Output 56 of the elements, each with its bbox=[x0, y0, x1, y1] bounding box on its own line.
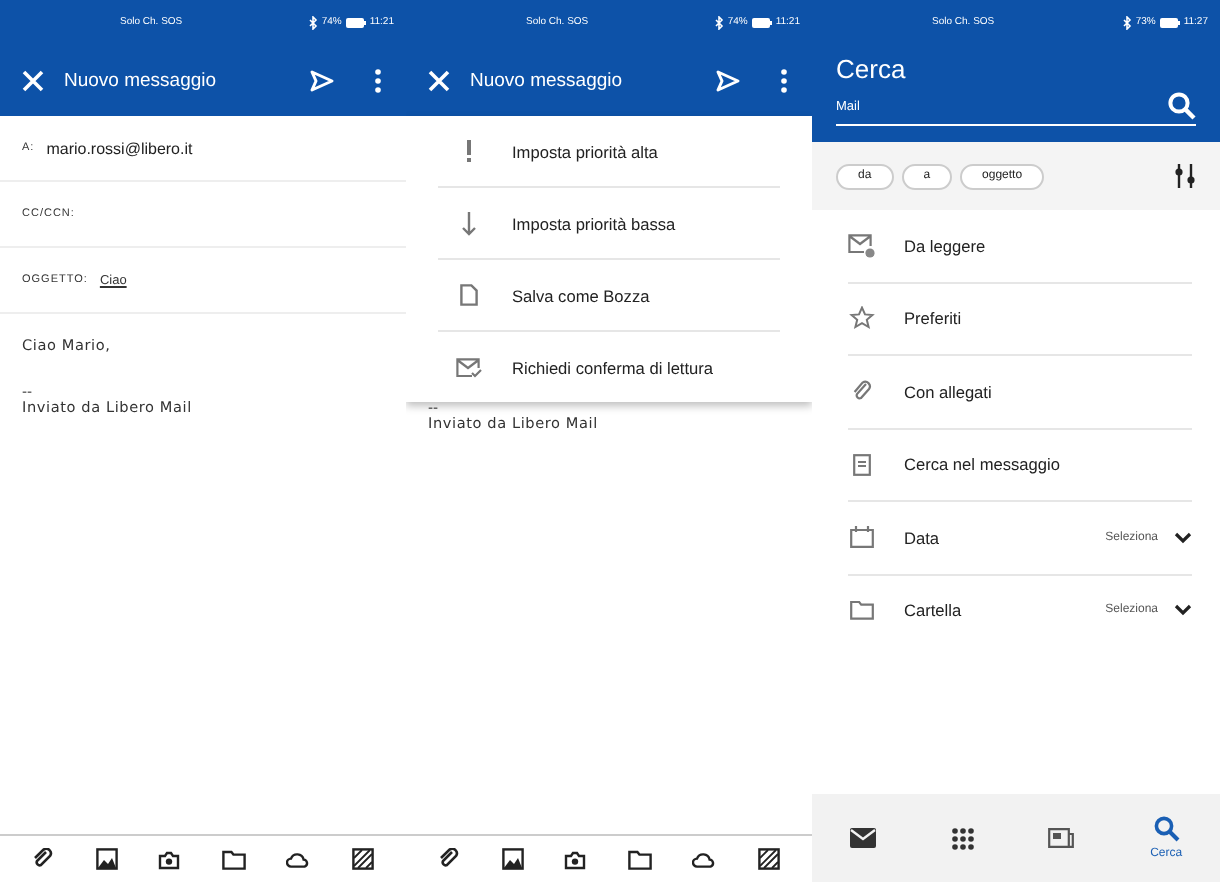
calendar-icon bbox=[848, 526, 876, 549]
window-title: Nuovo messaggio bbox=[470, 69, 625, 91]
more-icon[interactable] bbox=[780, 67, 788, 93]
document-icon bbox=[848, 453, 876, 476]
cloud-icon[interactable] bbox=[286, 851, 311, 867]
battery-icon bbox=[345, 17, 366, 27]
folder-icon bbox=[848, 600, 876, 621]
paperclip-icon[interactable] bbox=[32, 848, 55, 870]
folder-icon[interactable] bbox=[627, 849, 652, 869]
camera-icon[interactable] bbox=[158, 849, 181, 869]
chevron-down-icon bbox=[1174, 604, 1192, 617]
menu-item[interactable]: Imposta priorità bassa bbox=[438, 188, 780, 260]
battery-icon bbox=[1159, 17, 1180, 27]
news-icon bbox=[1048, 828, 1075, 848]
image-icon[interactable] bbox=[501, 848, 524, 870]
send-icon[interactable] bbox=[716, 69, 740, 91]
battery-icon bbox=[751, 17, 772, 27]
send-icon[interactable] bbox=[310, 69, 334, 91]
nav-tab[interactable] bbox=[1048, 828, 1075, 848]
menu-item[interactable]: Imposta priorità alta bbox=[438, 116, 780, 188]
field-value[interactable]: mario.rossi@libero.it bbox=[46, 139, 193, 157]
envelope-check-icon bbox=[456, 357, 482, 377]
image-icon[interactable] bbox=[95, 848, 118, 870]
nav-tab[interactable] bbox=[951, 827, 974, 849]
envelope-icon bbox=[848, 233, 876, 258]
envelope-icon bbox=[849, 828, 876, 848]
hatched-square-icon[interactable] bbox=[351, 848, 374, 870]
search-icon[interactable] bbox=[1168, 92, 1196, 120]
down-arrow-icon bbox=[456, 211, 482, 235]
filter-item[interactable]: Cerca nel messaggio bbox=[848, 429, 1192, 502]
sliders-icon[interactable] bbox=[1174, 164, 1196, 188]
filter-item[interactable]: Con allegati bbox=[848, 356, 1192, 429]
cloud-icon[interactable] bbox=[692, 851, 717, 867]
search-icon bbox=[1153, 816, 1180, 842]
close-icon[interactable] bbox=[428, 69, 450, 91]
filter-item[interactable]: Preferiti bbox=[848, 283, 1192, 356]
window-title: Nuovo messaggio bbox=[64, 69, 219, 91]
page-title: Cerca bbox=[834, 52, 908, 88]
bluetooth-icon bbox=[713, 15, 724, 29]
close-icon[interactable] bbox=[22, 69, 44, 91]
paperclip-icon[interactable] bbox=[438, 848, 461, 870]
star-icon bbox=[848, 306, 876, 331]
hatched-square-icon[interactable] bbox=[757, 848, 780, 870]
filter-item[interactable]: Da leggere bbox=[848, 210, 1192, 283]
apps-grid-icon bbox=[951, 827, 974, 849]
menu-item[interactable]: Richiedi conferma di lettura bbox=[438, 332, 780, 402]
camera-icon[interactable] bbox=[564, 849, 587, 869]
bluetooth-icon bbox=[307, 15, 318, 29]
more-icon[interactable] bbox=[374, 67, 382, 93]
paperclip-icon bbox=[848, 379, 876, 404]
bluetooth-icon bbox=[1121, 15, 1132, 29]
menu-item[interactable]: Salva come Bozza bbox=[438, 260, 780, 332]
nav-tab[interactable] bbox=[849, 828, 876, 848]
folder-icon[interactable] bbox=[221, 849, 246, 869]
chevron-down-icon bbox=[1174, 531, 1192, 544]
document-icon bbox=[456, 284, 482, 306]
